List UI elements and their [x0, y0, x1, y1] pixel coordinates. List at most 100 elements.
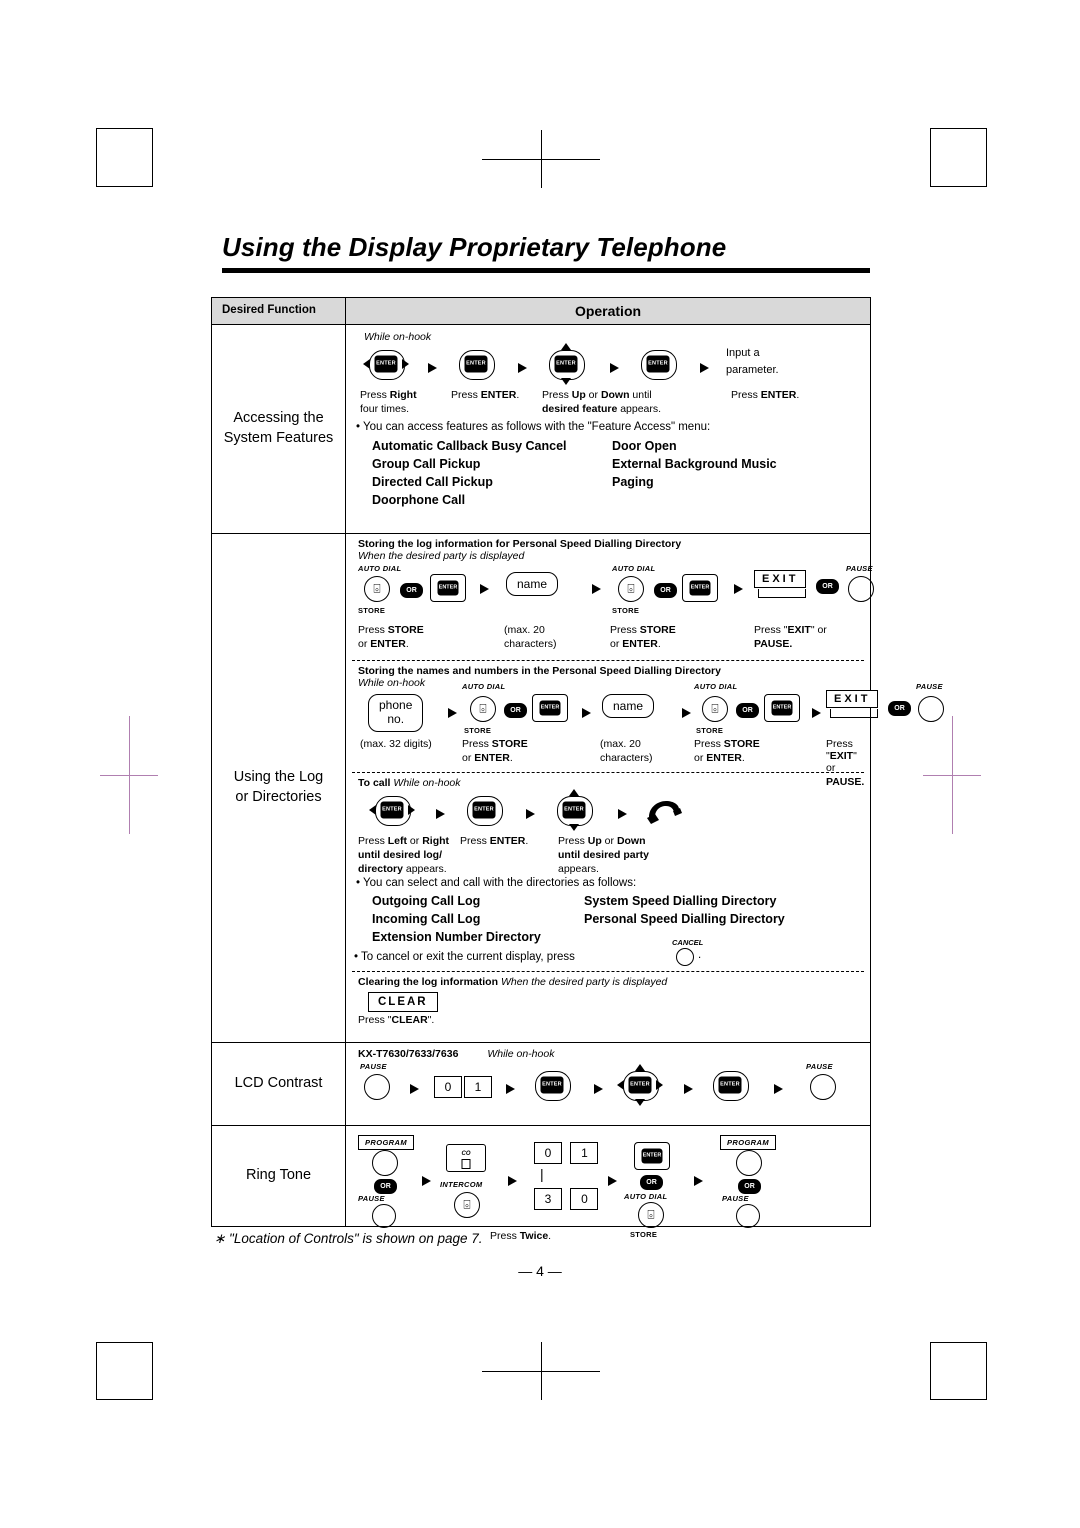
- lcd-name-display: name: [506, 572, 559, 596]
- row-body-using-log-directories: Storing the log information for Personal…: [346, 534, 944, 1042]
- label-pause: PAUSE: [358, 1194, 385, 1203]
- table-row: Ring Tone PROGRAM OR PAUSE CO INTERCOM ⌻…: [212, 1126, 870, 1242]
- pause-key[interactable]: [810, 1074, 836, 1100]
- numeric-key-1[interactable]: 1: [464, 1076, 492, 1098]
- auto-dial-store-key[interactable]: ⌻: [618, 576, 644, 602]
- co-key[interactable]: CO: [446, 1144, 486, 1172]
- label-intercom: INTERCOM: [440, 1180, 483, 1189]
- enter-key[interactable]: ENTER: [682, 574, 718, 602]
- auto-dial-store-key[interactable]: ⌻: [364, 576, 390, 602]
- program-circle-key[interactable]: [372, 1150, 398, 1176]
- arrow-icon: [812, 707, 821, 718]
- arrow-icon: [682, 707, 691, 718]
- exit-key[interactable]: EXIT: [754, 570, 807, 588]
- nav-key-right[interactable]: ENTER: [363, 349, 409, 380]
- caption-press-enter-2: Press ENTER.: [731, 389, 800, 401]
- numeric-key-0[interactable]: 0: [534, 1142, 562, 1164]
- auto-dial-store-key[interactable]: ⌻: [470, 696, 496, 722]
- bullet-feature-access: • You can access features as follows wit…: [356, 421, 711, 433]
- nav-key-up-down[interactable]: ENTER: [544, 343, 588, 385]
- block4-heading: Clearing the log information: [358, 976, 499, 989]
- enter-key[interactable]: ENTER: [430, 574, 466, 602]
- enter-key[interactable]: ENTER: [532, 694, 568, 722]
- pause-key[interactable]: [364, 1074, 390, 1100]
- feature-item: Paging: [612, 475, 654, 490]
- pause-key[interactable]: [372, 1204, 396, 1228]
- nav-key-enter-2[interactable]: ENTER: [636, 349, 680, 380]
- caption-max-32-digits: (max. 32 digits): [360, 738, 432, 750]
- arrow-icon: [506, 1083, 515, 1094]
- crop-mark: [96, 186, 153, 187]
- caption-input-a: Input a: [726, 347, 760, 359]
- crop-mark: [96, 128, 97, 186]
- registration-mark: [541, 1342, 542, 1400]
- program-circle-key[interactable]: [736, 1150, 762, 1176]
- or-badge: OR: [504, 703, 527, 719]
- crop-mark: [986, 1342, 987, 1400]
- caption-pause: PAUSE.: [754, 638, 793, 650]
- pause-key[interactable]: [848, 576, 874, 602]
- intercom-key[interactable]: ⌻: [454, 1192, 480, 1218]
- or-badge: OR: [400, 583, 423, 599]
- nav-key-four-way[interactable]: ENTER: [617, 1064, 663, 1106]
- cancel-key[interactable]: [676, 948, 694, 967]
- enter-key[interactable]: ENTER: [634, 1142, 670, 1170]
- header-desired-function: Desired Function: [212, 298, 346, 324]
- auto-dial-store-key[interactable]: ⌻: [702, 696, 728, 722]
- clear-key[interactable]: CLEAR: [368, 992, 438, 1013]
- label-store: STORE: [464, 726, 492, 735]
- page-title: Using the Display Proprietary Telephone: [222, 232, 727, 262]
- pause-key[interactable]: [736, 1204, 760, 1228]
- or-badge: OR: [888, 701, 911, 717]
- nav-key-enter[interactable]: ENTER: [454, 349, 498, 380]
- arrow-icon: [774, 1083, 783, 1094]
- model-label: KX-T7630/7633/7636: [358, 1048, 459, 1060]
- directory-item: System Speed Dialling Directory: [584, 894, 777, 908]
- caption-press-exit: Press "EXIT" or: [826, 738, 857, 774]
- nav-key-enter[interactable]: ENTER: [530, 1070, 574, 1101]
- crop-mark: [930, 1399, 987, 1400]
- feature-item: External Background Music: [612, 457, 777, 472]
- crop-mark: [96, 1399, 153, 1400]
- block4-heading-italic: When the desired party is displayed: [500, 976, 668, 989]
- pause-key[interactable]: [918, 696, 944, 722]
- nav-key-enter[interactable]: ENTER: [462, 795, 506, 826]
- row-body-accessing-system-features: While on-hook ENTER ENTER ENTER ENTER In…: [346, 325, 870, 533]
- label-auto-dial: AUTO DIAL: [462, 682, 506, 691]
- registration-mark: [541, 130, 542, 188]
- caption-or-enter: or ENTER.: [610, 638, 661, 650]
- caption-characters: characters): [600, 752, 653, 764]
- arrow-icon: [700, 362, 709, 373]
- caption-press-up-down: Press Up or Down: [558, 835, 646, 847]
- numeric-key-0b[interactable]: 0: [570, 1188, 599, 1210]
- or-vertical-bar: |: [540, 1166, 544, 1182]
- numeric-key-1[interactable]: 1: [570, 1142, 599, 1164]
- caption-directory-appears: directory appears.: [358, 863, 447, 875]
- or-badge: OR: [654, 583, 677, 599]
- label-auto-dial: AUTO DIAL: [612, 564, 656, 573]
- numeric-key-3[interactable]: 3: [534, 1188, 562, 1210]
- numeric-key-0[interactable]: 0: [434, 1076, 462, 1098]
- caption-press-clear: Press "CLEAR".: [358, 1014, 435, 1027]
- nav-key-enter-2[interactable]: ENTER: [708, 1070, 752, 1101]
- exit-key[interactable]: EXIT: [826, 690, 879, 708]
- arrow-icon: [428, 362, 437, 373]
- table-header: Desired Function Operation: [212, 298, 870, 325]
- arrow-icon: [582, 707, 591, 718]
- crop-mark: [96, 1342, 97, 1400]
- enter-key[interactable]: ENTER: [764, 694, 800, 722]
- auto-dial-store-key[interactable]: ⌻: [638, 1202, 664, 1228]
- arrow-icon: [618, 808, 627, 819]
- or-badge: OR: [738, 1179, 761, 1195]
- crop-mark: [152, 128, 153, 186]
- arrow-icon: [410, 1083, 419, 1094]
- caption-press-enter: Press ENTER.: [451, 389, 520, 401]
- nav-key-up-down[interactable]: ENTER: [552, 789, 596, 831]
- program-key[interactable]: PROGRAM: [358, 1135, 414, 1150]
- block2-heading: Storing the names and numbers in the Per…: [358, 665, 721, 677]
- nav-key-left-right[interactable]: ENTER: [369, 795, 415, 826]
- arrow-icon: [734, 583, 743, 594]
- program-key[interactable]: PROGRAM: [720, 1135, 776, 1150]
- footnote: ∗ "Location of Controls" is shown on pag…: [214, 1231, 483, 1246]
- or-badge: OR: [374, 1179, 397, 1195]
